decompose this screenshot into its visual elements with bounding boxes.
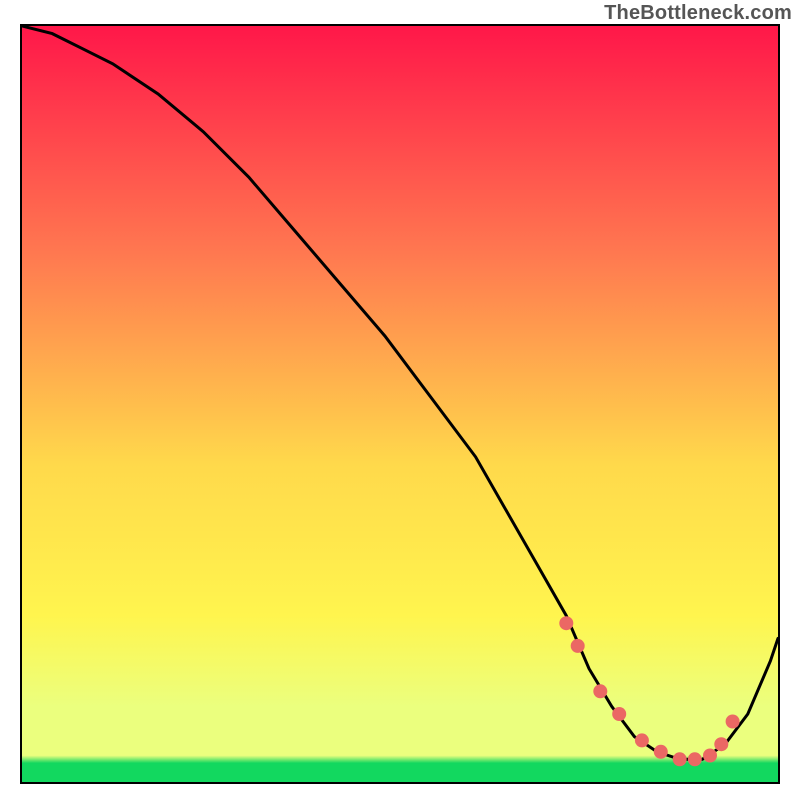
marker-dot (688, 752, 702, 766)
marker-dot (714, 737, 728, 751)
plot-area (20, 24, 780, 784)
marker-dot (593, 684, 607, 698)
chart-overlay (22, 26, 778, 782)
marker-dot (612, 707, 626, 721)
marker-dot (559, 616, 573, 630)
marker-dot (654, 745, 668, 759)
marker-dot (703, 749, 717, 763)
chart-frame: TheBottleneck.com (0, 0, 800, 800)
bottleneck-curve (22, 26, 778, 759)
marker-dot (571, 639, 585, 653)
marker-dot (726, 715, 740, 729)
marker-group (559, 616, 739, 766)
marker-dot (673, 752, 687, 766)
marker-dot (635, 733, 649, 747)
watermark-text: TheBottleneck.com (604, 2, 792, 25)
